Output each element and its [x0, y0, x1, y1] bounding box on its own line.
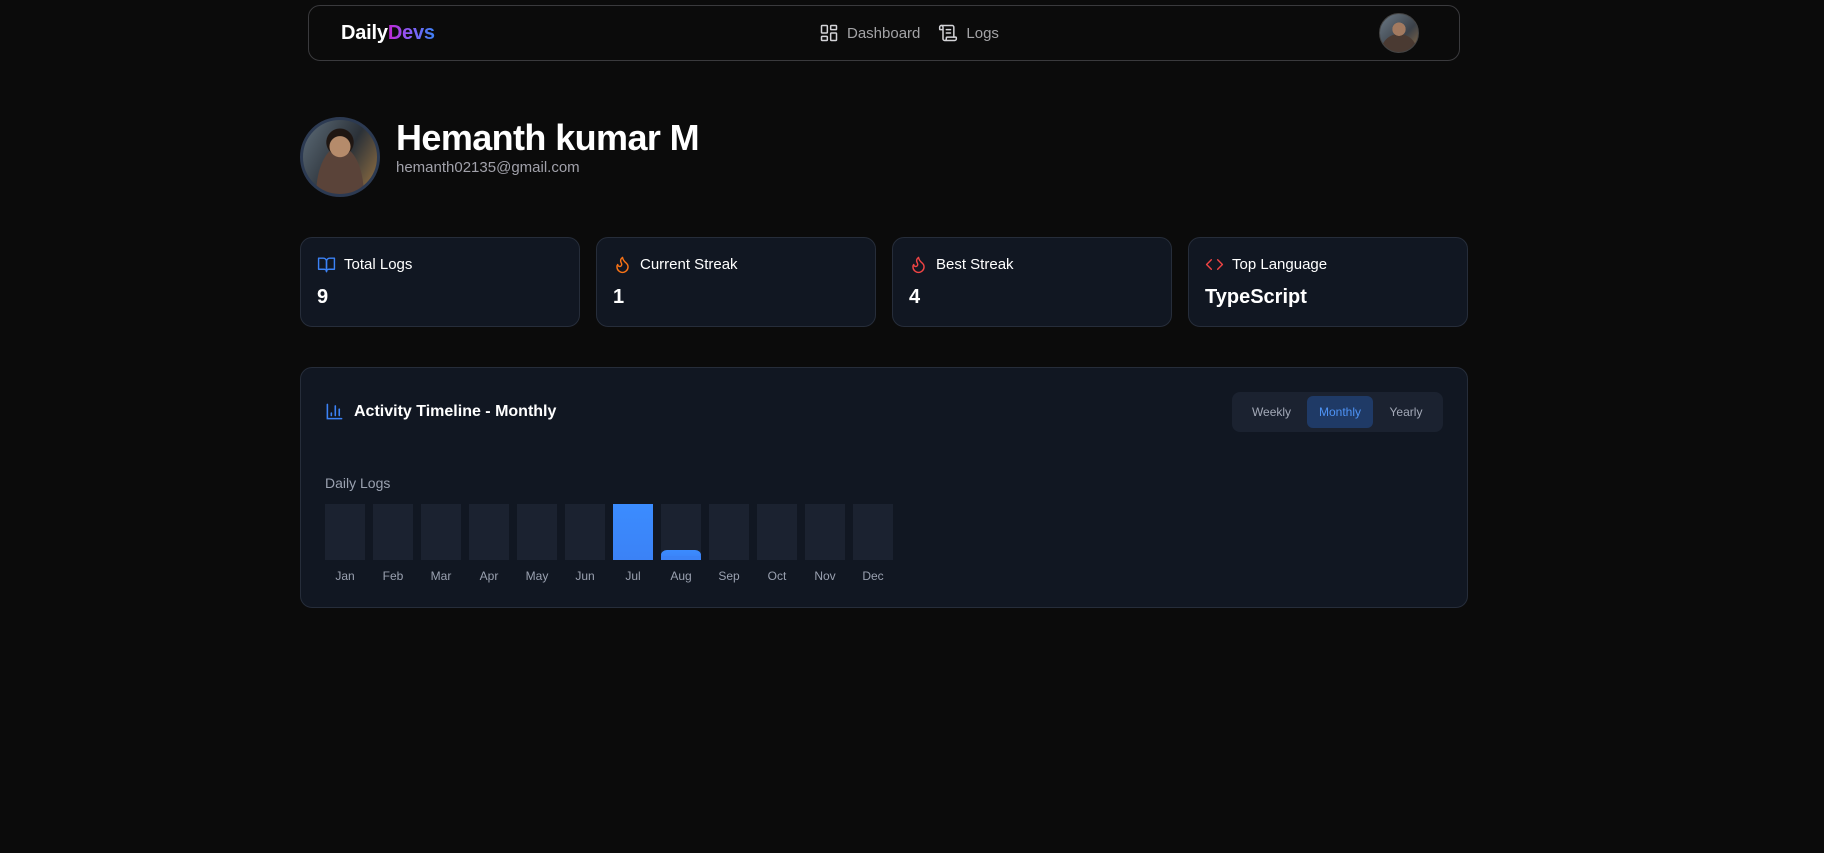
brand-part-2: Devs	[387, 21, 435, 44]
user-avatar-button[interactable]	[1379, 13, 1419, 53]
stat-value: TypeScript	[1205, 286, 1307, 308]
x-tick-label: Apr	[480, 569, 499, 583]
bar-track-may	[517, 504, 557, 560]
x-tick-label: Mar	[431, 569, 452, 583]
stat-label: Best Streak	[936, 255, 1014, 273]
activity-title-text: Activity Timeline - Monthly	[354, 402, 557, 420]
x-tick-label: Jan	[335, 569, 354, 583]
flame-icon	[912, 256, 925, 273]
bar-track-apr	[469, 504, 509, 560]
scroll-icon	[939, 24, 958, 42]
nav-links: Dashboard Logs	[819, 6, 999, 60]
x-tick-label: Dec	[862, 569, 883, 583]
stat-card-total-logs: Total Logs 9	[300, 237, 580, 327]
stat-card-top-language: Top Language TypeScript	[1188, 237, 1468, 327]
bar-track-feb	[373, 504, 413, 560]
profile-avatar	[300, 117, 380, 197]
x-tick-label: Jul	[625, 569, 640, 583]
stat-card-best-streak: Best Streak 4	[892, 237, 1172, 327]
activity-title: Activity Timeline - Monthly	[325, 402, 556, 421]
nav-logs-label: Logs	[966, 24, 999, 42]
toggle-yearly[interactable]: Yearly	[1373, 396, 1439, 428]
book-open-icon	[317, 256, 336, 272]
bar-base-aug	[661, 556, 701, 560]
chart-svg: Jan Feb Mar Apr May Jun Jul Aug Sep Oct Nov Dec	[325, 504, 893, 583]
bar-track-jun	[565, 504, 605, 560]
stat-value: 9	[317, 286, 329, 308]
monthly-bar-chart: Jan Feb Mar Apr May Jun Jul Aug Sep Oct Nov Dec	[325, 504, 895, 594]
bar-track-nov	[805, 504, 845, 560]
stat-value: 1	[613, 286, 625, 308]
x-tick-label: Nov	[814, 569, 835, 583]
brand-part-1: Daily	[341, 21, 388, 44]
bar-track-mar	[421, 504, 461, 560]
x-tick-label: Feb	[383, 569, 404, 583]
x-tick-label: May	[526, 569, 549, 583]
brand-logo[interactable]: DailyDevs	[341, 22, 435, 45]
nav-dashboard-link[interactable]: Dashboard	[819, 23, 920, 43]
stat-card-current-streak: Current Streak 1	[596, 237, 876, 327]
bar-track-sep	[709, 504, 749, 560]
bar-track-dec	[853, 504, 893, 560]
dashboard-icon	[820, 24, 838, 42]
bar-track-oct	[757, 504, 797, 560]
flame-icon	[616, 256, 629, 273]
nav-logs-link[interactable]: Logs	[938, 23, 999, 43]
bar-jul[interactable]	[613, 504, 653, 560]
toggle-weekly[interactable]: Weekly	[1236, 396, 1307, 428]
x-tick-label: Jun	[575, 569, 594, 583]
x-tick-label: Aug	[670, 569, 691, 583]
bar-chart-icon	[326, 403, 343, 420]
chart-label: Daily Logs	[325, 475, 391, 491]
stat-label: Total Logs	[344, 255, 413, 273]
code-icon	[1205, 258, 1224, 270]
stat-label: Current Streak	[640, 255, 738, 273]
top-navbar: DailyDevs Dashboard Logs	[308, 5, 1460, 61]
stat-label: Top Language	[1232, 255, 1328, 273]
period-toggle: Weekly Monthly Yearly	[1232, 392, 1443, 432]
stat-value: 4	[909, 286, 921, 308]
toggle-monthly[interactable]: Monthly	[1307, 396, 1373, 428]
profile-name: Hemanth kumar M	[396, 117, 700, 158]
x-tick-label: Sep	[718, 569, 740, 583]
profile-email: hemanth02135@gmail.com	[396, 159, 580, 176]
nav-dashboard-label: Dashboard	[847, 24, 921, 42]
x-tick-label: Oct	[768, 569, 787, 583]
activity-timeline-panel: Activity Timeline - Monthly Weekly Month…	[300, 367, 1468, 608]
bar-track-jan	[325, 504, 365, 560]
